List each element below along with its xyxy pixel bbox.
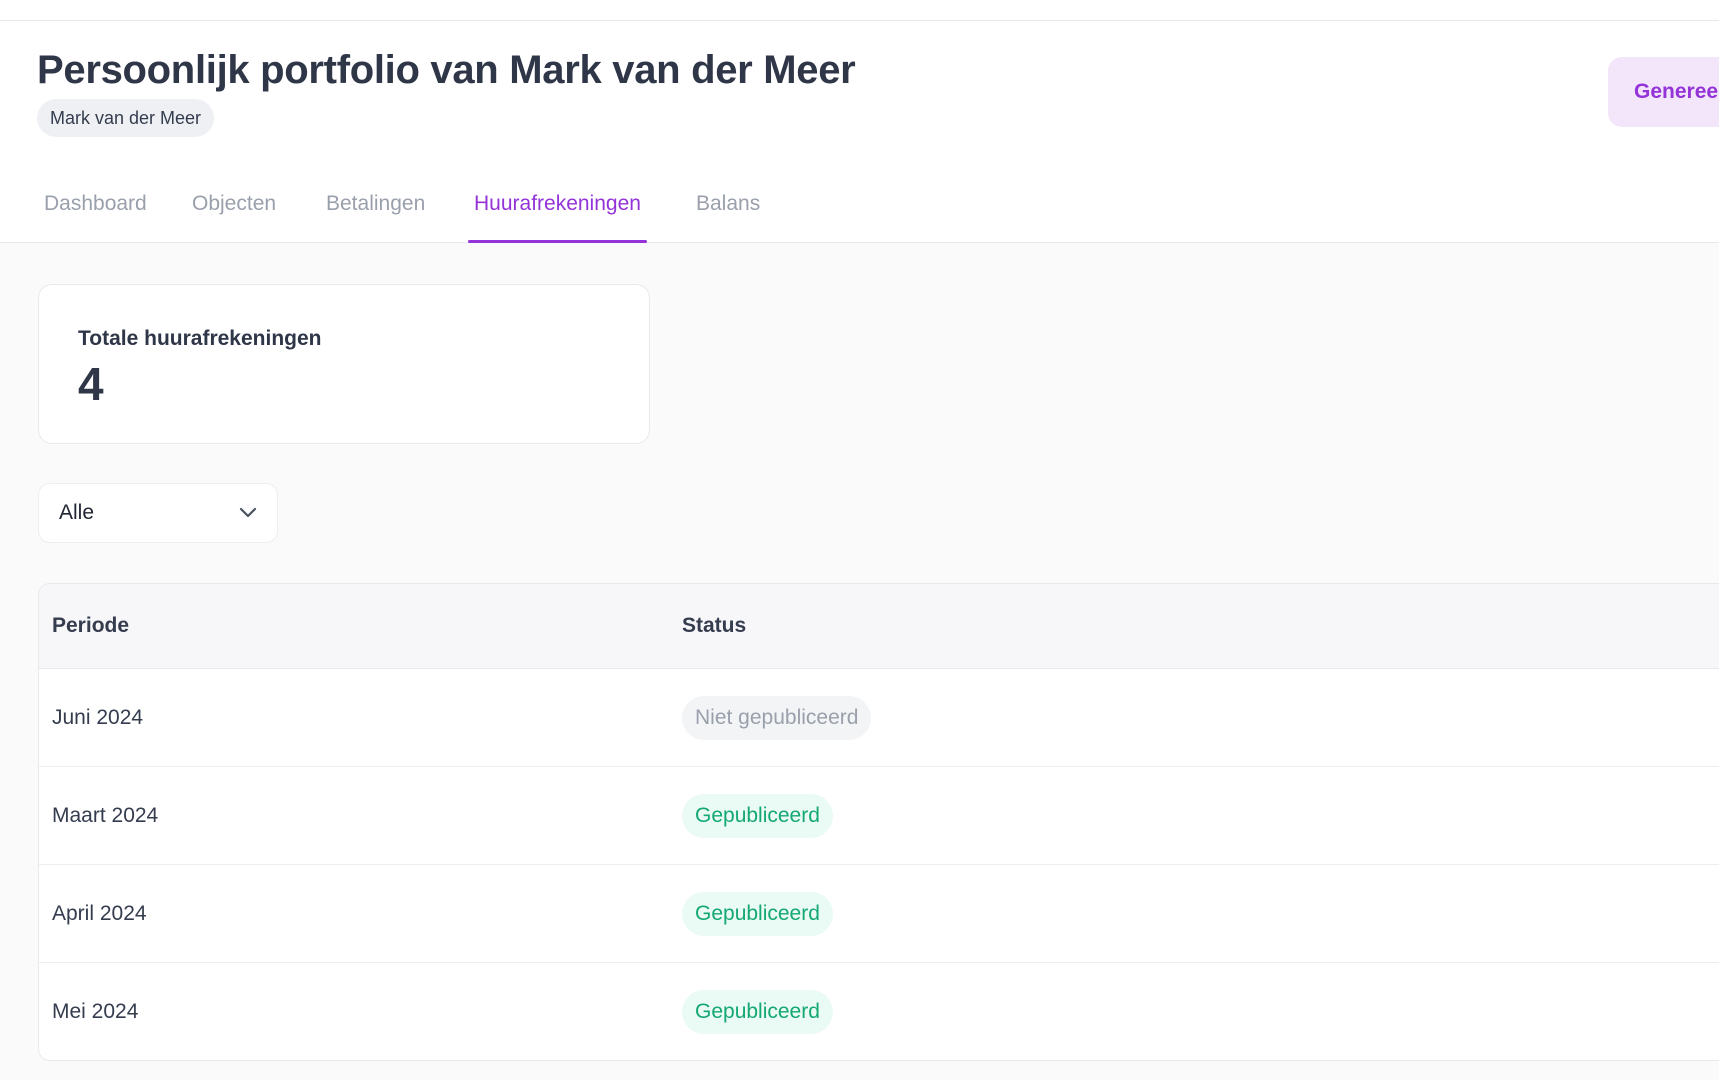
generate-button[interactable]: Generee (1608, 57, 1719, 127)
tab-objecten[interactable]: Objecten (192, 180, 276, 243)
statements-table: Periode Status Juni 2024 Niet gepublicee… (38, 583, 1719, 1061)
page-header: Persoonlijk portfolio van Mark van der M… (0, 0, 1719, 243)
status-badge: Gepubliceerd (682, 990, 833, 1034)
owner-chip: Mark van der Meer (37, 99, 215, 137)
table-header: Periode Status (39, 584, 1719, 669)
page-title: Persoonlijk portfolio van Mark van der M… (37, 48, 856, 92)
period-cell: Maart 2024 (52, 804, 159, 827)
table-row[interactable]: Maart 2024 Gepubliceerd (39, 767, 1719, 865)
column-header-status[interactable]: Status (682, 584, 746, 668)
tab-dashboard[interactable]: Dashboard (44, 180, 147, 243)
tab-balans[interactable]: Balans (696, 180, 760, 243)
table-row[interactable]: April 2024 Gepubliceerd (39, 865, 1719, 963)
column-header-period[interactable]: Periode (52, 584, 129, 668)
period-cell: Mei 2024 (52, 1000, 139, 1023)
top-divider (0, 20, 1719, 21)
chevron-down-icon (239, 507, 257, 518)
status-badge: Niet gepubliceerd (682, 696, 872, 740)
tab-betalingen[interactable]: Betalingen (326, 180, 425, 243)
table-row[interactable]: Juni 2024 Niet gepubliceerd (39, 669, 1719, 767)
table-row[interactable]: Mei 2024 Gepubliceerd (39, 963, 1719, 1060)
status-filter-value: Alle (59, 501, 95, 524)
status-badge: Gepubliceerd (682, 892, 833, 936)
tab-huurafrekeningen[interactable]: Huurafrekeningen (468, 180, 647, 243)
period-cell: April 2024 (52, 902, 147, 925)
total-statements-label: Totale huurafrekeningen (78, 327, 322, 350)
status-filter-select[interactable]: Alle (38, 483, 278, 543)
total-statements-value: 4 (78, 358, 104, 410)
period-cell: Juni 2024 (52, 706, 144, 729)
status-badge: Gepubliceerd (682, 794, 833, 838)
total-statements-card: Totale huurafrekeningen 4 (38, 284, 650, 444)
